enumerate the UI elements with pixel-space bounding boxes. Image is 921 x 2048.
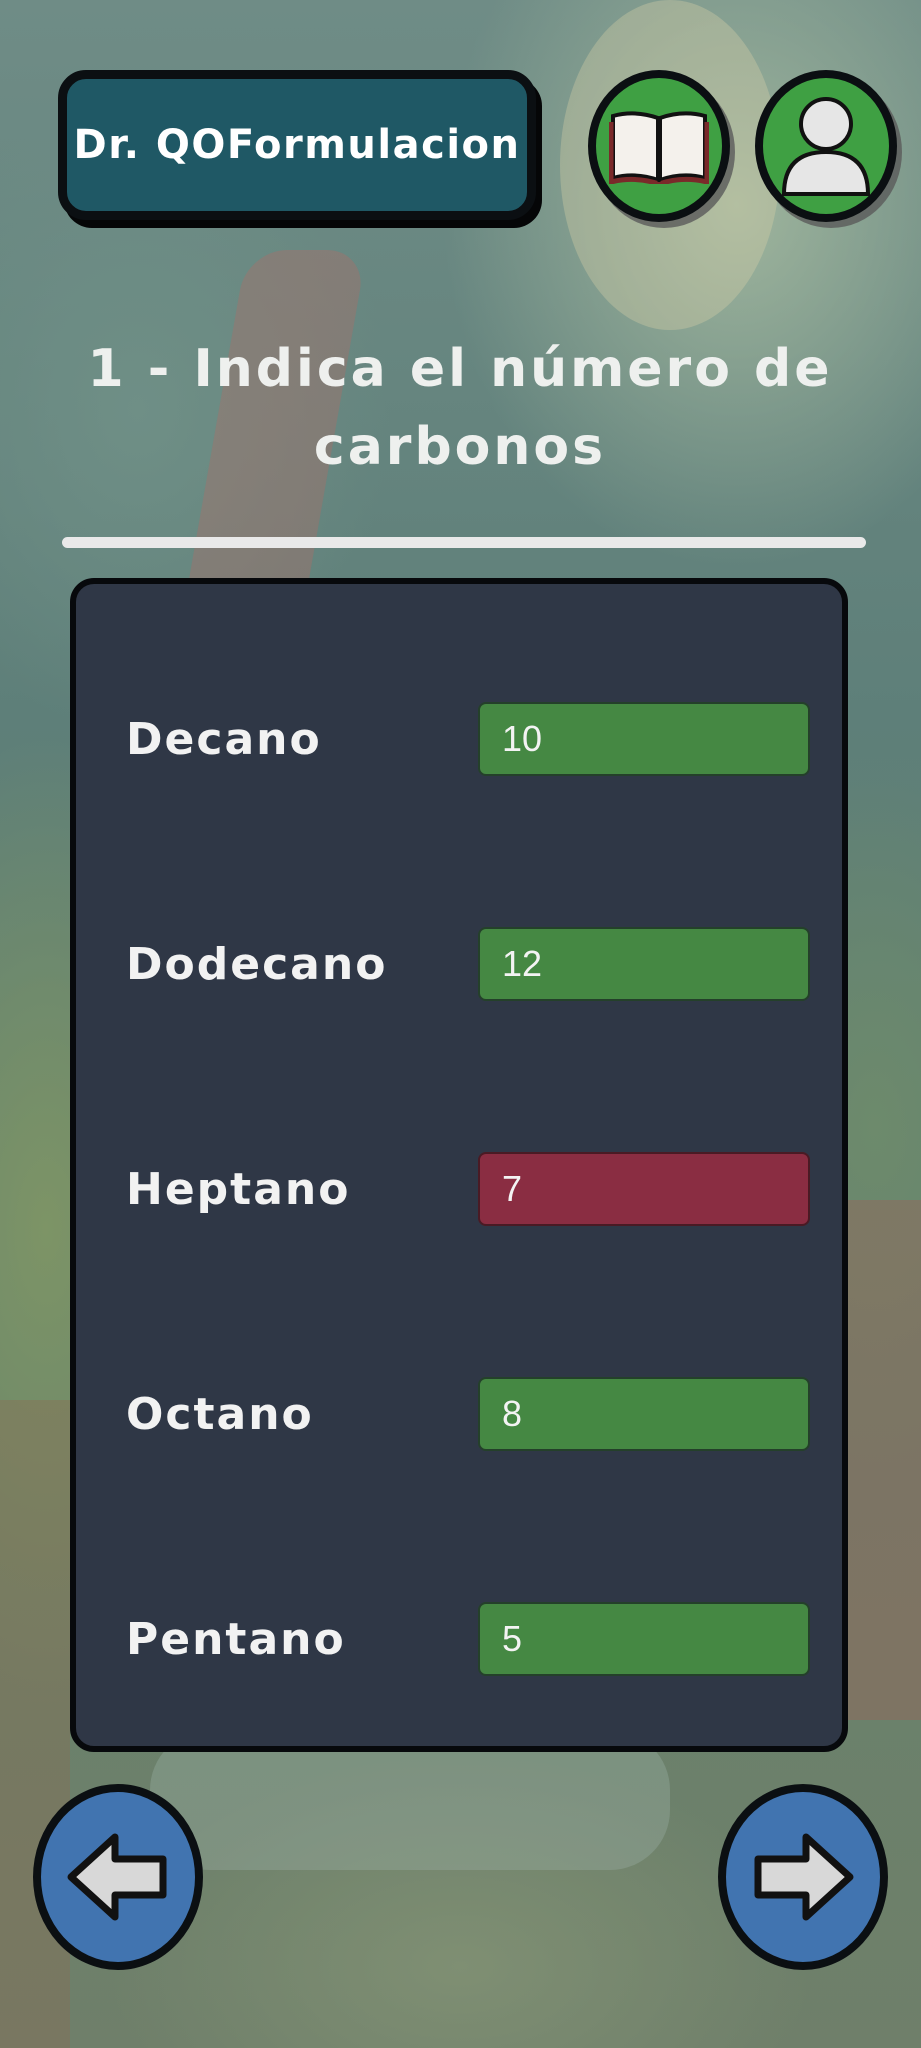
compound-name: Pentano bbox=[126, 1614, 346, 1665]
answers-panel: Decano 10 Dodecano 12 Heptano 7 Octano 8… bbox=[70, 578, 848, 1752]
book-icon bbox=[609, 111, 709, 184]
answer-row: Heptano 7 bbox=[76, 1152, 842, 1228]
divider-line bbox=[62, 537, 866, 548]
carbon-count-field[interactable]: 5 bbox=[478, 1602, 810, 1676]
compound-name: Heptano bbox=[126, 1164, 351, 1215]
app-title-button[interactable]: Dr. QOFormulacion bbox=[58, 70, 536, 220]
carbon-count-field[interactable]: 8 bbox=[478, 1377, 810, 1451]
answer-row: Pentano 5 bbox=[76, 1602, 842, 1678]
compound-name: Decano bbox=[126, 714, 322, 765]
next-button[interactable] bbox=[718, 1784, 888, 1970]
profile-button[interactable] bbox=[755, 70, 897, 222]
answer-row: Decano 10 bbox=[76, 702, 842, 778]
arrow-left-icon bbox=[67, 1833, 167, 1921]
answer-row: Octano 8 bbox=[76, 1377, 842, 1453]
carbon-count-field[interactable]: 10 bbox=[478, 702, 810, 776]
compound-name: Dodecano bbox=[126, 939, 388, 990]
user-profile-icon bbox=[781, 97, 871, 196]
carbon-count-field[interactable]: 12 bbox=[478, 927, 810, 1001]
compound-name: Octano bbox=[126, 1389, 314, 1440]
answer-row: Dodecano 12 bbox=[76, 927, 842, 1003]
book-button[interactable] bbox=[588, 70, 730, 222]
question-title: 1 - Indica el número de carbonos bbox=[87, 339, 833, 477]
arrow-right-icon bbox=[754, 1833, 854, 1921]
carbon-count-field[interactable]: 7 bbox=[478, 1152, 810, 1226]
previous-button[interactable] bbox=[33, 1784, 203, 1970]
app-title-label: Dr. QOFormulacion bbox=[73, 122, 521, 168]
